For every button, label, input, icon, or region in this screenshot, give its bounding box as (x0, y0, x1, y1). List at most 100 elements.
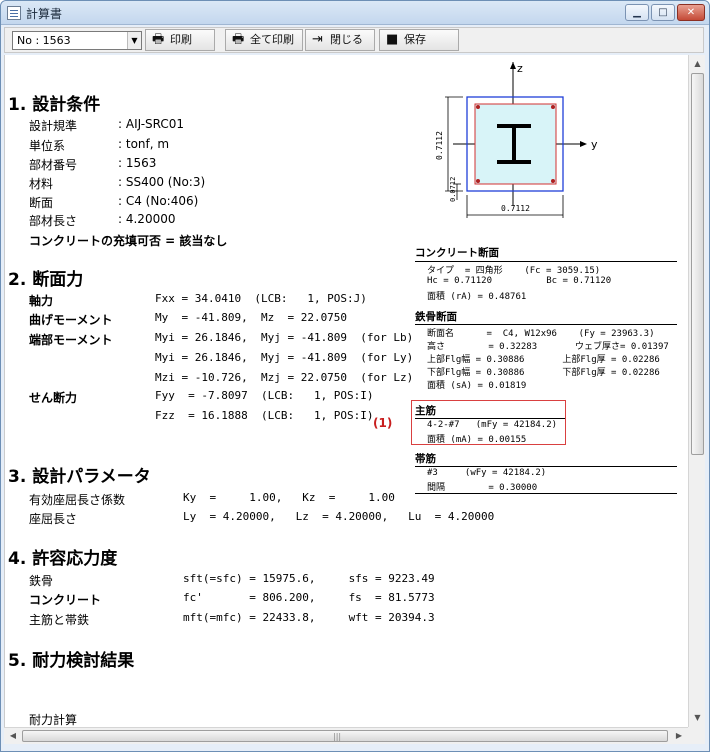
steel-section-heading: 鉄骨断面 (415, 311, 457, 323)
vertical-scroll-thumb[interactable] (691, 73, 704, 455)
width-dimension-label: 0.7112 (501, 204, 530, 213)
heading-allowable-stress: 4. 許容応力度 (8, 549, 118, 569)
steel-area: 面積 (sA) = 0.01819 (427, 381, 527, 391)
buckling-length-label: 座屈長さ (29, 512, 78, 526)
maximize-button[interactable]: □ (651, 4, 675, 21)
divider (415, 418, 565, 419)
condition-value: : C4 (No:406) (118, 194, 199, 208)
end-moment-value: Myi = 26.1846, Myj = -41.809 (for Lb) (155, 331, 414, 344)
axial-force-label: 軸力 (29, 294, 54, 308)
steel-bottom-flange-dims: 下部Flg幅 = 0.30886 下部Flg厚 = 0.02286 (427, 368, 660, 378)
horizontal-scrollbar[interactable]: ◀ ||| ▶ (4, 727, 688, 744)
hoop-heading: 帯筋 (415, 453, 436, 465)
shear-force-value: Fzz = 16.1888 (LCB: 1, POS:I) (155, 409, 374, 422)
concrete-fill-status: コンクリートの充填可否 = 該当なし (29, 234, 228, 248)
concrete-area: 面積 (rA) = 0.48761 (427, 292, 527, 302)
condition-label: 部材長さ (29, 214, 78, 228)
rebar-dot (476, 105, 480, 109)
scrollbar-corner (688, 727, 705, 744)
divider (415, 324, 677, 325)
y-axis-label: y (591, 138, 598, 151)
hoop-spacing: 間隔 = 0.30000 (427, 483, 538, 493)
capacity-calculation-label: 耐力計算 (29, 713, 78, 727)
divider (415, 493, 677, 494)
print-all-label: 全て印刷 (250, 33, 294, 46)
scroll-down-arrow-icon[interactable]: ▼ (690, 710, 705, 726)
concrete-dimensions: Hc = 0.71120 Bc = 0.71120 (427, 276, 612, 286)
scroll-up-arrow-icon[interactable]: ▲ (690, 56, 705, 72)
divider (415, 466, 677, 467)
window-title: 計算書 (26, 7, 63, 21)
vertical-scrollbar[interactable]: ▲ ▼ (688, 55, 705, 727)
bending-moment-label: 曲げモーメント (29, 313, 113, 327)
record-select-value: No : 1563 (17, 34, 71, 47)
divider (415, 261, 677, 262)
main-rebar-area: 面積 (mA) = 0.00155 (427, 435, 527, 445)
allowable-stress-value: mft(=mfc) = 22433.8, wft = 20394.3 (183, 611, 435, 624)
buckling-length-value: Ly = 4.20000, Lz = 4.20000, Lu = 4.20000 (183, 510, 495, 523)
callout-marker: (1) (373, 416, 393, 430)
condition-label: 部材番号 (29, 158, 78, 172)
cover-dimension-label: 0.0712 (449, 177, 457, 202)
steel-top-flange-dims: 上部Flg幅 = 0.30886 上部Flg厚 = 0.02286 (427, 355, 660, 365)
exit-door-icon: ⇥ (312, 32, 323, 47)
save-button[interactable]: ■ 保存 (379, 29, 459, 51)
bending-moment-value: My = -41.809, Mz = 22.0750 (155, 311, 348, 324)
rebar-dot (551, 105, 555, 109)
condition-label: 断面 (29, 196, 54, 210)
height-dimension-label: 0.7112 (435, 131, 444, 160)
axial-force-value: Fxx = 34.0410 (LCB: 1, POS:J) (155, 292, 367, 305)
allowable-stress-label: 主筋と帯鉄 (29, 613, 90, 627)
allowable-stress-label: コンクリート (29, 593, 102, 607)
end-moment-value: Mzi = -10.726, Mzj = 22.0750 (for Lz) (155, 371, 414, 384)
condition-label: 単位系 (29, 139, 66, 153)
cross-section-diagram: z y 0.7112 0.0712 0.7112 (435, 62, 598, 218)
grip-icon: ||| (333, 732, 342, 741)
hoop-spec: #3 (wFy = 42184.2) (427, 468, 547, 478)
title-bar[interactable]: 計算書 ▁ □ ✕ (1, 1, 709, 25)
heading-capacity-check: 5. 耐力検討結果 (8, 651, 135, 671)
printer-icon: 🖶 (232, 32, 245, 47)
main-rebar-heading: 主筋 (415, 405, 436, 417)
chevron-down-icon[interactable]: ▼ (127, 32, 141, 49)
allowable-stress-value: sft(=sfc) = 15975.6, sfs = 9223.49 (183, 572, 435, 585)
end-moment-value: Myi = 26.1846, Myj = -41.809 (for Ly) (155, 351, 414, 364)
save-label: 保存 (404, 33, 426, 46)
condition-label: 材料 (29, 177, 54, 191)
concrete-type: タイプ = 四角形 (Fc = 3059.15) (427, 266, 601, 276)
condition-label: 設計規準 (29, 119, 78, 133)
condition-value: : 1563 (118, 156, 157, 170)
close-label: 閉じる (330, 33, 363, 46)
print-all-button[interactable]: 🖶 全て印刷 (225, 29, 303, 51)
rebar-dot (476, 179, 480, 183)
effective-length-factor-label: 有効座屈長さ係数 (29, 493, 126, 507)
printer-icon: 🖶 (152, 32, 165, 47)
z-axis-label: z (517, 62, 523, 75)
print-button[interactable]: 🖶 印刷 (145, 29, 215, 51)
heading-design-conditions: 1. 設計条件 (8, 95, 101, 115)
rebar-dot (551, 179, 555, 183)
close-window-button[interactable]: ✕ (677, 4, 705, 21)
record-select[interactable]: No : 1563 ▼ (12, 31, 142, 50)
toolbar: No : 1563 ▼ 🖶 印刷 🖶 全て印刷 ⇥ 閉じる ■ 保存 (4, 27, 704, 53)
print-label: 印刷 (170, 33, 192, 46)
scroll-right-arrow-icon[interactable]: ▶ (671, 728, 687, 744)
steel-section-name: 断面名 = C4, W12x96 (Fy = 23963.3) (427, 329, 655, 339)
report-body: 1. 設計条件 設計規準 : AIJ-SRC01 単位系 : tonf, m 部… (4, 55, 688, 727)
close-button[interactable]: ⇥ 閉じる (305, 29, 375, 51)
effective-length-factor-value: Ky = 1.00, Kz = 1.00 (183, 491, 395, 504)
floppy-disk-icon: ■ (386, 32, 399, 47)
condition-value: : 4.20000 (118, 212, 176, 226)
allowable-stress-label: 鉄骨 (29, 574, 54, 588)
scroll-left-arrow-icon[interactable]: ◀ (5, 728, 21, 744)
heading-section-forces: 2. 断面力 (8, 270, 84, 290)
document-icon (7, 6, 21, 20)
main-rebar-spec: 4-2-#7 (mFy = 42184.2) (427, 420, 558, 430)
condition-value: : tonf, m (118, 137, 170, 151)
z-axis-arrowhead (510, 62, 516, 69)
y-axis-arrowhead (580, 141, 587, 147)
shear-force-label: せん断力 (29, 391, 78, 405)
minimize-button[interactable]: ▁ (625, 4, 649, 21)
horizontal-scroll-thumb[interactable]: ||| (22, 730, 668, 742)
heading-design-parameters: 3. 設計パラメータ (8, 467, 151, 487)
